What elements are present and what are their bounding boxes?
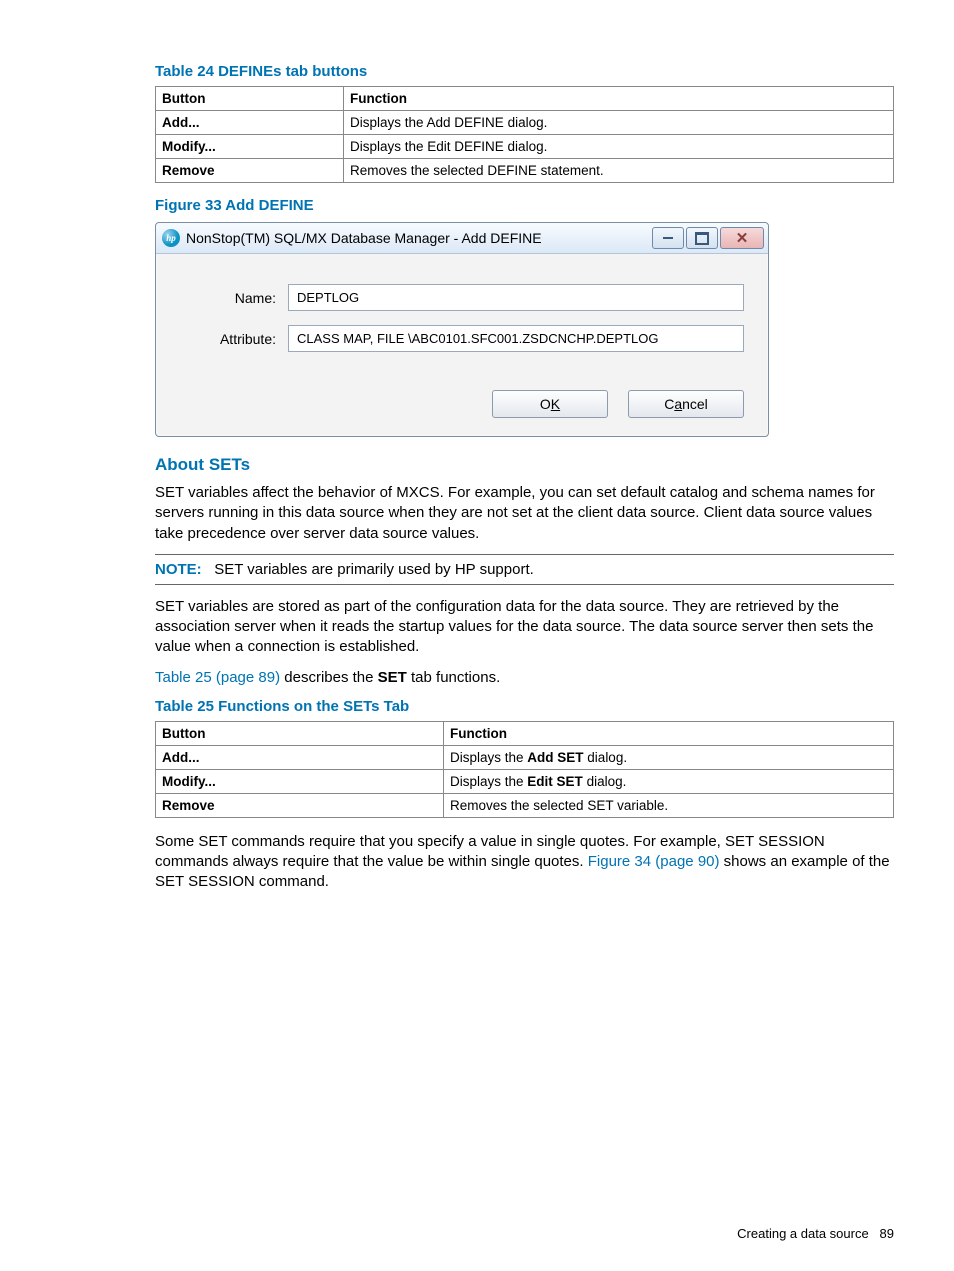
attribute-input[interactable]: [288, 325, 744, 352]
maximize-icon: [695, 232, 709, 245]
table-row: Add...Displays the Add DEFINE dialog.: [156, 111, 894, 135]
dialog-title: NonStop(TM) SQL/MX Database Manager - Ad…: [186, 230, 650, 246]
col-function: Function: [444, 721, 894, 745]
figure34-link[interactable]: Figure 34 (page 90): [588, 853, 720, 870]
about-sets-p1: SET variables affect the behavior of MXC…: [155, 483, 894, 544]
maximize-button[interactable]: [686, 227, 718, 249]
col-function: Function: [344, 87, 894, 111]
table24: Button Function Add...Displays the Add D…: [155, 86, 894, 183]
table-row: Modify...Displays the Edit DEFINE dialog…: [156, 135, 894, 159]
minimize-button[interactable]: [652, 227, 684, 249]
col-button: Button: [156, 721, 444, 745]
cancel-button[interactable]: Cancel: [628, 390, 744, 418]
name-label: Name:: [180, 290, 288, 306]
table-row: Add...Displays the Add SET dialog.: [156, 745, 894, 769]
table25-caption: Table 25 Functions on the SETs Tab: [155, 698, 894, 715]
note-box: NOTE: SET variables are primarily used b…: [155, 554, 894, 585]
note-label: NOTE:: [155, 561, 202, 578]
table-row: RemoveRemoves the selected SET variable.: [156, 793, 894, 817]
trailing-paragraph: Some SET commands require that you speci…: [155, 832, 894, 893]
table25: Button Function Add...Displays the Add S…: [155, 721, 894, 818]
add-define-dialog: hp NonStop(TM) SQL/MX Database Manager -…: [155, 222, 769, 437]
table24-caption: Table 24 DEFINEs tab buttons: [155, 63, 894, 80]
name-input[interactable]: [288, 284, 744, 311]
table-header-row: Button Function: [156, 87, 894, 111]
minimize-icon: [663, 237, 673, 239]
close-icon: ✕: [736, 231, 749, 246]
hp-logo-icon: hp: [162, 229, 180, 247]
about-sets-p2: SET variables are stored as part of the …: [155, 597, 894, 658]
dialog-titlebar: hp NonStop(TM) SQL/MX Database Manager -…: [156, 223, 768, 254]
attribute-label: Attribute:: [180, 331, 288, 347]
table-row: RemoveRemoves the selected DEFINE statem…: [156, 159, 894, 183]
page-footer: Creating a data source 89: [737, 1226, 894, 1241]
figure33-caption: Figure 33 Add DEFINE: [155, 197, 894, 214]
ok-button[interactable]: OK: [492, 390, 608, 418]
about-sets-p3: Table 25 (page 89) describes the SET tab…: [155, 668, 894, 688]
note-text: SET variables are primarily used by HP s…: [214, 561, 534, 578]
about-sets-heading: About SETs: [155, 455, 894, 475]
table-header-row: Button Function: [156, 721, 894, 745]
close-button[interactable]: ✕: [720, 227, 764, 249]
table-row: Modify...Displays the Edit SET dialog.: [156, 769, 894, 793]
col-button: Button: [156, 87, 344, 111]
table25-link[interactable]: Table 25 (page 89): [155, 669, 280, 686]
